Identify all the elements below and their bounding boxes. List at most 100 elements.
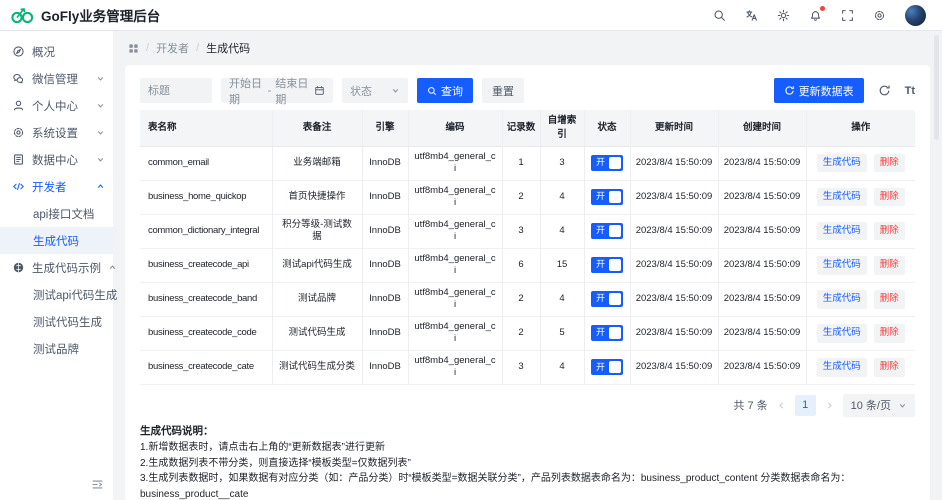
col-updated: 更新时间 [630,110,718,146]
sidebar-item-system-settings[interactable]: 系统设置 [0,119,113,146]
status-toggle[interactable]: 开 [591,359,623,375]
sidebar-item-wechat[interactable]: 微信管理 [0,65,113,92]
search-icon[interactable] [713,9,726,22]
sidebar-item-label: 生成代码 [33,233,79,249]
search-button[interactable]: 查询 [417,78,473,103]
theme-light-icon[interactable] [777,9,790,22]
generate-code-button[interactable]: 生成代码 [817,154,867,173]
chevron-down-icon [391,86,400,95]
chevron-down-icon [96,74,105,83]
text-size-icon[interactable]: Tt [905,85,915,97]
avatar[interactable] [905,5,926,26]
sidebar-item-test-code-gen[interactable]: 测试代码生成 [0,308,113,335]
notes-section: 生成代码说明： 1.新增数据表时，请点击右上角的“更新数据表”进行更新 2.生成… [140,423,915,500]
cell-auto-index: 4 [540,350,584,384]
note-line: 3.生成列表数据时，如果数据有对应分类（如：产品分类）时“模板类型=数据关联分类… [140,471,915,500]
cell-actions: 生成代码删除 [806,316,915,350]
status-toggle[interactable]: 开 [591,189,623,205]
cell-auto-index: 15 [540,248,584,282]
delete-button[interactable]: 删除 [874,358,905,377]
sidebar-item-test-api-gen[interactable]: 测试api代码生成 [0,281,113,308]
sidebar-item-developer[interactable]: 开发者 [0,173,113,200]
generate-code-button[interactable]: 生成代码 [817,256,867,275]
status-toggle[interactable]: 开 [591,155,623,171]
generate-code-button[interactable]: 生成代码 [817,324,867,343]
settings-icon[interactable] [873,9,886,22]
sidebar-item-overview[interactable]: 概况 [0,38,113,65]
status-toggle[interactable]: 开 [591,291,623,307]
next-page-button[interactable] [825,401,834,410]
fullscreen-icon[interactable] [841,9,854,22]
table-row: business_createcode_api 测试api代码生成 InnoDB… [140,248,915,282]
cell-created: 2023/8/4 15:50:09 [718,214,806,248]
cell-status: 开 [584,282,630,316]
generate-code-button[interactable]: 生成代码 [817,188,867,207]
cell-table-name: business_home_quickop [140,180,272,214]
cell-records: 3 [502,214,540,248]
date-range-picker[interactable]: 开始日期 - 结束日期 [221,78,333,103]
cell-updated: 2023/8/4 15:50:09 [630,180,718,214]
scrollbar-thumb[interactable] [934,35,939,140]
sidebar-item-generate-code[interactable]: 生成代码 [0,227,113,254]
chevron-down-icon [96,101,105,110]
sidebar-item-data-center[interactable]: 数据中心 [0,146,113,173]
delete-button[interactable]: 删除 [874,256,905,275]
cell-status: 开 [584,180,630,214]
toggle-on-label: 开 [596,362,605,374]
table-tools: 更新数据表 Tt [774,78,915,103]
generate-code-button[interactable]: 生成代码 [817,290,867,309]
update-tables-button[interactable]: 更新数据表 [774,78,864,103]
cell-actions: 生成代码删除 [806,282,915,316]
sidebar-item-profile[interactable]: 个人中心 [0,92,113,119]
cell-encoding: utf8mb4_general_ci [408,180,502,214]
filter-bar: 开始日期 - 结束日期 状态 [140,78,915,103]
cell-auto-index: 4 [540,282,584,316]
sidebar-item-api-docs[interactable]: api接口文档 [0,200,113,227]
table-header-row: 表名称 表备注 引擎 编码 记录数 自增索引 状态 更新时间 创建时间 操作 [140,110,915,146]
title-input[interactable] [140,78,212,103]
date-start-placeholder: 开始日期 [229,75,264,107]
sidebar-item-test-brand[interactable]: 测试品牌 [0,335,113,362]
status-toggle[interactable]: 开 [591,223,623,239]
note-line: 1.新增数据表时，请点击右上角的“更新数据表”进行更新 [140,440,915,456]
cell-records: 2 [502,316,540,350]
cell-comment: 业务端邮箱 [272,146,362,180]
delete-button[interactable]: 删除 [874,154,905,173]
sidebar-item-label: 测试api代码生成 [33,287,117,303]
note-line: 2.生成数据列表不带分类，则直接选择“模板类型=仅数据列表” [140,456,915,472]
breadcrumb-section[interactable]: 开发者 [156,40,189,56]
notification-icon[interactable] [809,9,822,22]
table-row: business_home_quickop 首页快捷操作 InnoDB utf8… [140,180,915,214]
delete-button[interactable]: 删除 [874,290,905,309]
toggle-knob [609,327,621,339]
generate-code-button[interactable]: 生成代码 [817,222,867,241]
delete-button[interactable]: 删除 [874,324,905,343]
delete-button[interactable]: 删除 [874,188,905,207]
sidebar-item-label: 生成代码示例 [32,260,101,276]
translate-icon[interactable] [745,9,758,22]
cell-created: 2023/8/4 15:50:09 [718,350,806,384]
cell-auto-index: 4 [540,214,584,248]
cell-comment: 测试api代码生成 [272,248,362,282]
cell-created: 2023/8/4 15:50:09 [718,316,806,350]
cell-actions: 生成代码删除 [806,350,915,384]
cell-status: 开 [584,248,630,282]
cell-updated: 2023/8/4 15:50:09 [630,350,718,384]
prev-page-button[interactable] [777,401,786,410]
col-records: 记录数 [502,110,540,146]
cell-table-name: business_createcode_api [140,248,272,282]
reset-button[interactable]: 重置 [482,78,524,103]
delete-button[interactable]: 删除 [874,222,905,241]
sidebar-item-code-samples[interactable]: 生成代码示例 [0,254,113,281]
status-select[interactable]: 状态 [342,78,408,103]
code-icon [12,180,25,193]
apps-grid-icon[interactable] [128,43,139,54]
pagination: 共 7 条 1 10 条/页 [140,394,915,417]
status-toggle[interactable]: 开 [591,257,623,273]
page-size-select[interactable]: 10 条/页 [843,394,915,417]
sidebar-collapse-button[interactable] [91,478,104,491]
generate-code-button[interactable]: 生成代码 [817,358,867,377]
status-toggle[interactable]: 开 [591,325,623,341]
refresh-icon[interactable] [878,84,891,97]
page-number-active[interactable]: 1 [795,395,816,416]
